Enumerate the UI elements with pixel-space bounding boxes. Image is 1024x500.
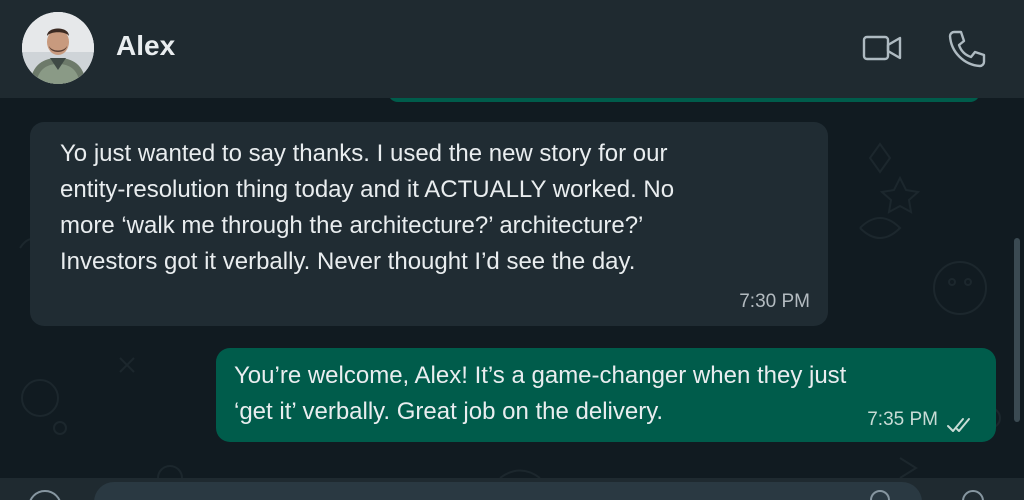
message-text: Yo just wanted to say thanks. I used the… [60,140,675,275]
previous-message-bubble [388,98,980,102]
message-text: You’re welcome, Alex! It’s a game-change… [234,362,847,425]
video-call-icon[interactable] [860,26,904,70]
voice-call-icon[interactable] [944,26,988,70]
read-receipt-icon [946,410,974,432]
message-composer [0,478,1024,500]
emoji-icon[interactable] [28,490,62,500]
contact-name[interactable]: Alex [116,30,175,62]
chat-header: Alex [0,0,1024,98]
mic-icon[interactable] [962,490,984,500]
incoming-message[interactable]: Yo just wanted to say thanks. I used the… [30,122,828,326]
outgoing-message[interactable]: You’re welcome, Alex! It’s a game-change… [216,348,996,442]
message-input[interactable] [94,482,922,500]
message-time: 7:30 PM [739,291,810,312]
avatar[interactable] [22,12,94,84]
scrollbar[interactable] [1014,238,1020,422]
message-time: 7:35 PM [867,409,938,430]
chat-area[interactable]: Yo just wanted to say thanks. I used the… [0,98,1024,500]
